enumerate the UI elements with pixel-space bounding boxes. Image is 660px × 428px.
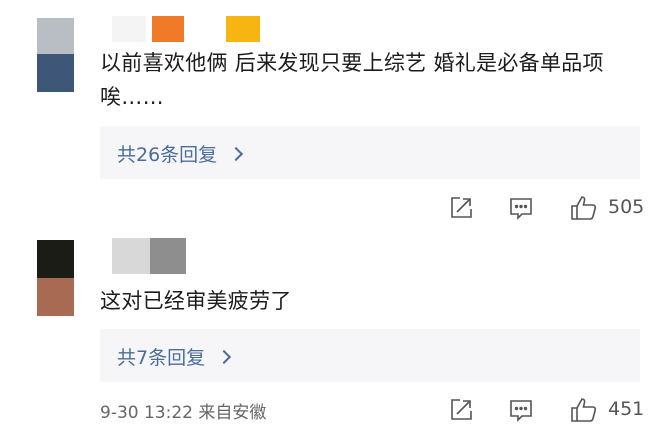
avatar[interactable]: [37, 240, 74, 316]
comment-meta: 9-30 13:22 来自安徽: [100, 398, 266, 423]
thumbs-up-icon[interactable]: [570, 397, 598, 427]
like-count: 505: [608, 196, 645, 218]
view-replies-link[interactable]: 共7条回复: [117, 343, 232, 370]
like-count: 451: [608, 398, 645, 420]
share-icon[interactable]: [448, 195, 474, 225]
location: 来自安徽: [198, 403, 267, 423]
share-icon[interactable]: [448, 397, 474, 427]
view-replies-link[interactable]: 共26条回复: [117, 140, 244, 167]
reply-box: 共26条回复: [100, 126, 640, 179]
timestamp: 9-30 13:22: [100, 403, 193, 423]
chevron-right-icon: [217, 349, 232, 365]
comment-icon[interactable]: [508, 195, 534, 225]
comment-text: 以前喜欢他俩 后来发现只要上综艺 婚礼是必备单品项 唉……: [100, 51, 604, 109]
comment-text: 这对已经审美疲劳了: [100, 289, 292, 313]
reply-box: 共7条回复: [100, 329, 640, 382]
reply-count-label: 共26条回复: [117, 144, 218, 166]
avatar[interactable]: [37, 18, 74, 92]
chevron-right-icon: [229, 146, 244, 162]
comment-icon[interactable]: [508, 397, 534, 427]
reply-count-label: 共7条回复: [117, 347, 206, 369]
thumbs-up-icon[interactable]: [570, 195, 598, 225]
